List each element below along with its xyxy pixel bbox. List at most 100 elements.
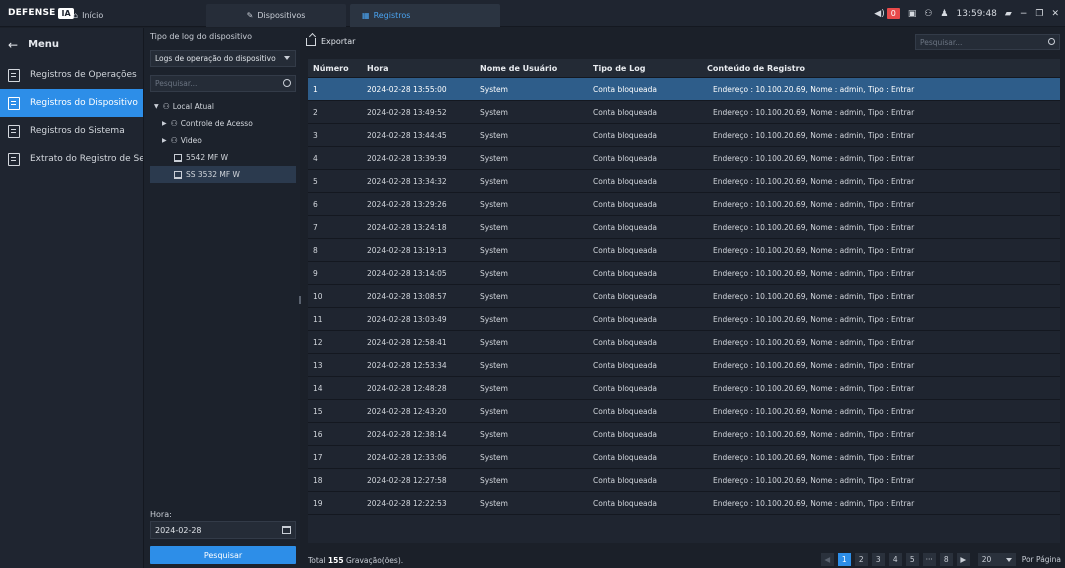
search-icon[interactable] — [283, 79, 291, 87]
monitor-icon[interactable]: ▣ — [908, 9, 917, 19]
table-row[interactable]: 15 2024-02-28 12:43:20 System Conta bloquea… — [308, 400, 1060, 423]
search-icon[interactable] — [1048, 38, 1055, 45]
page-ellipsis[interactable]: ··· — [922, 552, 936, 566]
tab-devices[interactable]: ✎ Dispositivos — [206, 4, 346, 27]
cell-number: 7 — [313, 222, 318, 232]
cell-content: Endereço : 10.100.20.69, Nome : admin, T… — [702, 85, 1060, 94]
next-page-icon[interactable]: ▶ — [956, 552, 970, 566]
table-row[interactable]: 11 2024-02-28 13:03:49 System Conta bloquea… — [308, 308, 1060, 331]
minimize-icon[interactable]: − — [1020, 9, 1028, 19]
toolbar: Exportar — [306, 33, 355, 50]
menu-item-system-logs[interactable]: Registros do Sistema — [0, 117, 143, 145]
date-value: 2024-02-28 — [155, 525, 202, 535]
menu-item-device-logs[interactable]: Registros do Dispositivo — [0, 89, 143, 117]
cell-content: Endereço : 10.100.20.69, Nome : admin, T… — [702, 269, 1060, 278]
log-table: Número Hora Nome de Usuário Tipo de Log … — [308, 59, 1060, 538]
device-search-input[interactable]: Pesquisar... — [150, 75, 296, 92]
page-button[interactable]: 5 — [905, 552, 919, 566]
restore-icon[interactable]: ❐ — [1035, 9, 1043, 19]
col-log-type[interactable]: Tipo de Log — [588, 64, 702, 73]
device-search-placeholder: Pesquisar... — [155, 79, 198, 88]
col-number[interactable]: Número — [308, 64, 362, 73]
export-button[interactable]: Exportar — [321, 37, 355, 46]
tree-node-label: Controle de Acesso — [180, 119, 253, 128]
cell-time: 2024-02-28 13:24:18 — [367, 222, 447, 232]
table-row[interactable]: 10 2024-02-28 13:08:57 System Conta bloquea… — [308, 285, 1060, 308]
alarm-indicator[interactable]: ◀) 0 — [874, 8, 900, 19]
menu-header[interactable]: ← Menu — [0, 28, 143, 61]
cell-content-text: Endereço : 10.100.20.69, Nome : admin, T… — [713, 199, 915, 209]
cell-log-type: Conta bloqueada — [593, 429, 658, 439]
cell-content: Endereço : 10.100.20.69, Nome : admin, T… — [702, 223, 1060, 232]
page-button[interactable]: 2 — [854, 552, 868, 566]
tree-node-access-control[interactable]: ▶ ⚇ Controle de Acesso — [150, 115, 296, 132]
log-icon — [8, 68, 20, 82]
table-row[interactable]: 16 2024-02-28 12:38:14 System Conta bloquea… — [308, 423, 1060, 446]
tree-node-device[interactable]: 5542 MF W — [150, 149, 296, 166]
table-row[interactable]: 9 2024-02-28 13:14:05 System Conta bloquead… — [308, 262, 1060, 285]
pagination-bar: Total 155 Gravação(ões). ◀ 1 2 3 4 5 ···… — [306, 550, 1061, 568]
cell-content: Endereço : 10.100.20.69, Nome : admin, T… — [702, 476, 1060, 485]
expand-right-icon[interactable]: ▶ — [162, 120, 167, 127]
table-row[interactable]: 18 2024-02-28 12:27:58 System Conta bloquea… — [308, 469, 1060, 492]
calendar-icon[interactable] — [282, 526, 291, 534]
panel-splitter-handle[interactable] — [299, 296, 301, 304]
cell-time: 2024-02-28 13:44:45 — [367, 130, 447, 140]
cell-number: 4 — [313, 153, 318, 163]
col-time[interactable]: Hora — [362, 64, 475, 73]
col-content[interactable]: Conteúdo de Registro — [702, 64, 1060, 73]
table-row[interactable]: 4 2024-02-28 13:39:39 System Conta bloquead… — [308, 147, 1060, 170]
table-row[interactable]: 6 2024-02-28 13:29:26 System Conta bloquead… — [308, 193, 1060, 216]
tab-records[interactable]: ▦ Registros — [350, 4, 500, 27]
cell-number: 9 — [313, 268, 318, 278]
cell-number: 12 — [313, 337, 323, 347]
cell-time: 2024-02-28 13:29:26 — [367, 199, 447, 209]
page-button[interactable]: 4 — [888, 552, 902, 566]
log-search-input[interactable]: Pesquisar... — [915, 34, 1060, 50]
cell-user: System — [480, 291, 508, 301]
table-row[interactable]: 12 2024-02-28 12:58:41 System Conta bloquea… — [308, 331, 1060, 354]
table-row[interactable]: 5 2024-02-28 13:34:32 System Conta bloquead… — [308, 170, 1060, 193]
table-row[interactable]: 2 2024-02-28 13:49:52 System Conta bloquead… — [308, 101, 1060, 124]
menu-item-security-extract[interactable]: Extrato do Registro de Se... — [0, 145, 143, 173]
menu-title: Menu — [28, 39, 60, 50]
expand-down-icon[interactable]: ▼ — [154, 103, 159, 110]
cell-number: 13 — [313, 360, 323, 370]
devices-icon: ✎ — [246, 11, 254, 20]
page-button[interactable]: 3 — [871, 552, 885, 566]
cell-content: Endereço : 10.100.20.69, Nome : admin, T… — [702, 246, 1060, 255]
expand-right-icon[interactable]: ▶ — [162, 137, 167, 144]
table-row[interactable]: 19 2024-02-28 12:22:53 System Conta bloquea… — [308, 492, 1060, 515]
tree-node-root[interactable]: ▼ ⚇ Local Atual — [150, 98, 296, 115]
table-row[interactable]: 14 2024-02-28 12:48:28 System Conta bloquea… — [308, 377, 1060, 400]
tree-node-device-selected[interactable]: SS 3532 MF W — [150, 166, 296, 183]
table-row[interactable]: 13 2024-02-28 12:53:34 System Conta bloquea… — [308, 354, 1060, 377]
page-button[interactable]: 1 — [837, 552, 851, 566]
search-button[interactable]: Pesquisar — [150, 546, 296, 564]
page-button[interactable]: 8 — [939, 552, 953, 566]
table-row[interactable]: 8 2024-02-28 13:19:13 System Conta bloquead… — [308, 239, 1060, 262]
cell-number: 17 — [313, 452, 323, 462]
log-type-select[interactable]: Logs de operação do dispositivo — [150, 50, 296, 67]
tab-home[interactable]: ⌂ Início — [63, 4, 203, 27]
cell-content-text: Endereço : 10.100.20.69, Nome : admin, T… — [713, 452, 915, 462]
menu-item-operation-logs[interactable]: Registros de Operações — [0, 61, 143, 89]
export-icon[interactable] — [306, 37, 316, 46]
date-input[interactable]: 2024-02-28 — [150, 521, 296, 539]
per-page-select[interactable]: 20 — [977, 552, 1016, 566]
lock-icon[interactable]: ▰ — [1005, 9, 1012, 19]
back-arrow-icon[interactable]: ← — [8, 38, 18, 52]
user-icon[interactable]: ♟ — [940, 9, 948, 19]
close-icon[interactable]: ✕ — [1051, 9, 1059, 19]
table-row[interactable]: 3 2024-02-28 13:44:45 System Conta bloquead… — [308, 124, 1060, 147]
prev-page-icon[interactable]: ◀ — [820, 552, 834, 566]
cell-content: Endereço : 10.100.20.69, Nome : admin, T… — [702, 407, 1060, 416]
tree-node-video[interactable]: ▶ ⚇ Video — [150, 132, 296, 149]
col-user[interactable]: Nome de Usuário — [475, 64, 588, 73]
table-row[interactable]: 7 2024-02-28 13:24:18 System Conta bloquead… — [308, 216, 1060, 239]
table-row[interactable]: 17 2024-02-28 12:33:06 System Conta bloquea… — [308, 446, 1060, 469]
network-icon[interactable]: ⚇ — [924, 9, 932, 19]
time-label: Hora: — [150, 510, 172, 519]
cell-content-text: Endereço : 10.100.20.69, Nome : admin, T… — [713, 176, 915, 186]
table-row[interactable]: 1 2024-02-28 13:55:00 System Conta bloquead… — [308, 78, 1060, 101]
